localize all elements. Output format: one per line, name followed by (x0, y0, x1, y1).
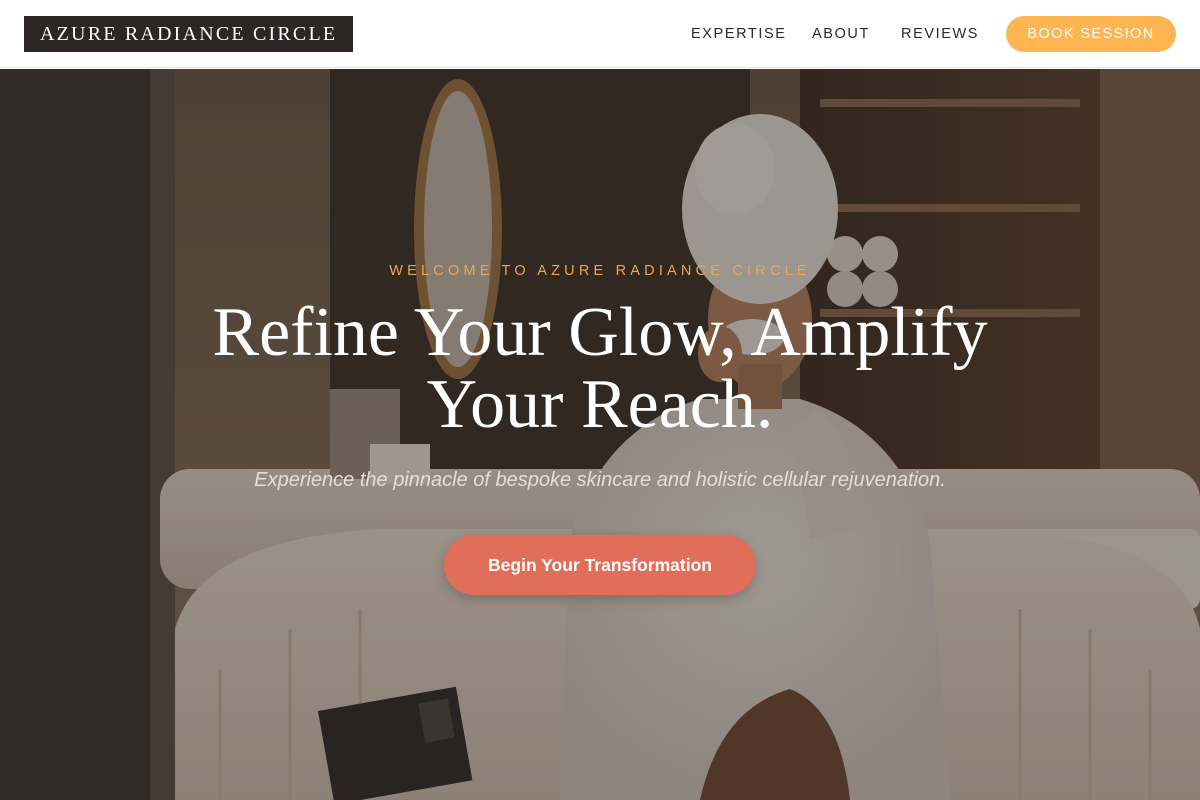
logo[interactable]: AZURE RADIANCE CIRCLE (24, 16, 354, 52)
hero-subtext: Experience the pinnacle of bespoke skinc… (254, 469, 946, 491)
hero-headline: Refine Your Glow, Amplify Your Reach. (100, 297, 1100, 441)
book-session-button[interactable]: BOOK SESSION (1006, 16, 1176, 52)
nav-about[interactable]: ABOUT (812, 0, 870, 68)
headline-line-1: Refine Your Glow, Amplify (212, 294, 988, 371)
nav-expertise[interactable]: EXPERTISE (691, 0, 787, 68)
nav-reviews[interactable]: REVIEWS (901, 0, 979, 68)
hero-section: WELCOME TO AZURE RADIANCE CIRCLE Refine … (0, 69, 1200, 800)
site-header: AZURE RADIANCE CIRCLE EXPERTISE ABOUT RE… (0, 0, 1200, 68)
headline-line-2: Your Reach. (426, 366, 774, 443)
hero-eyebrow: WELCOME TO AZURE RADIANCE CIRCLE (389, 263, 811, 279)
begin-transformation-button[interactable]: Begin Your Transformation (444, 535, 756, 595)
hero-content: WELCOME TO AZURE RADIANCE CIRCLE Refine … (0, 69, 1200, 800)
